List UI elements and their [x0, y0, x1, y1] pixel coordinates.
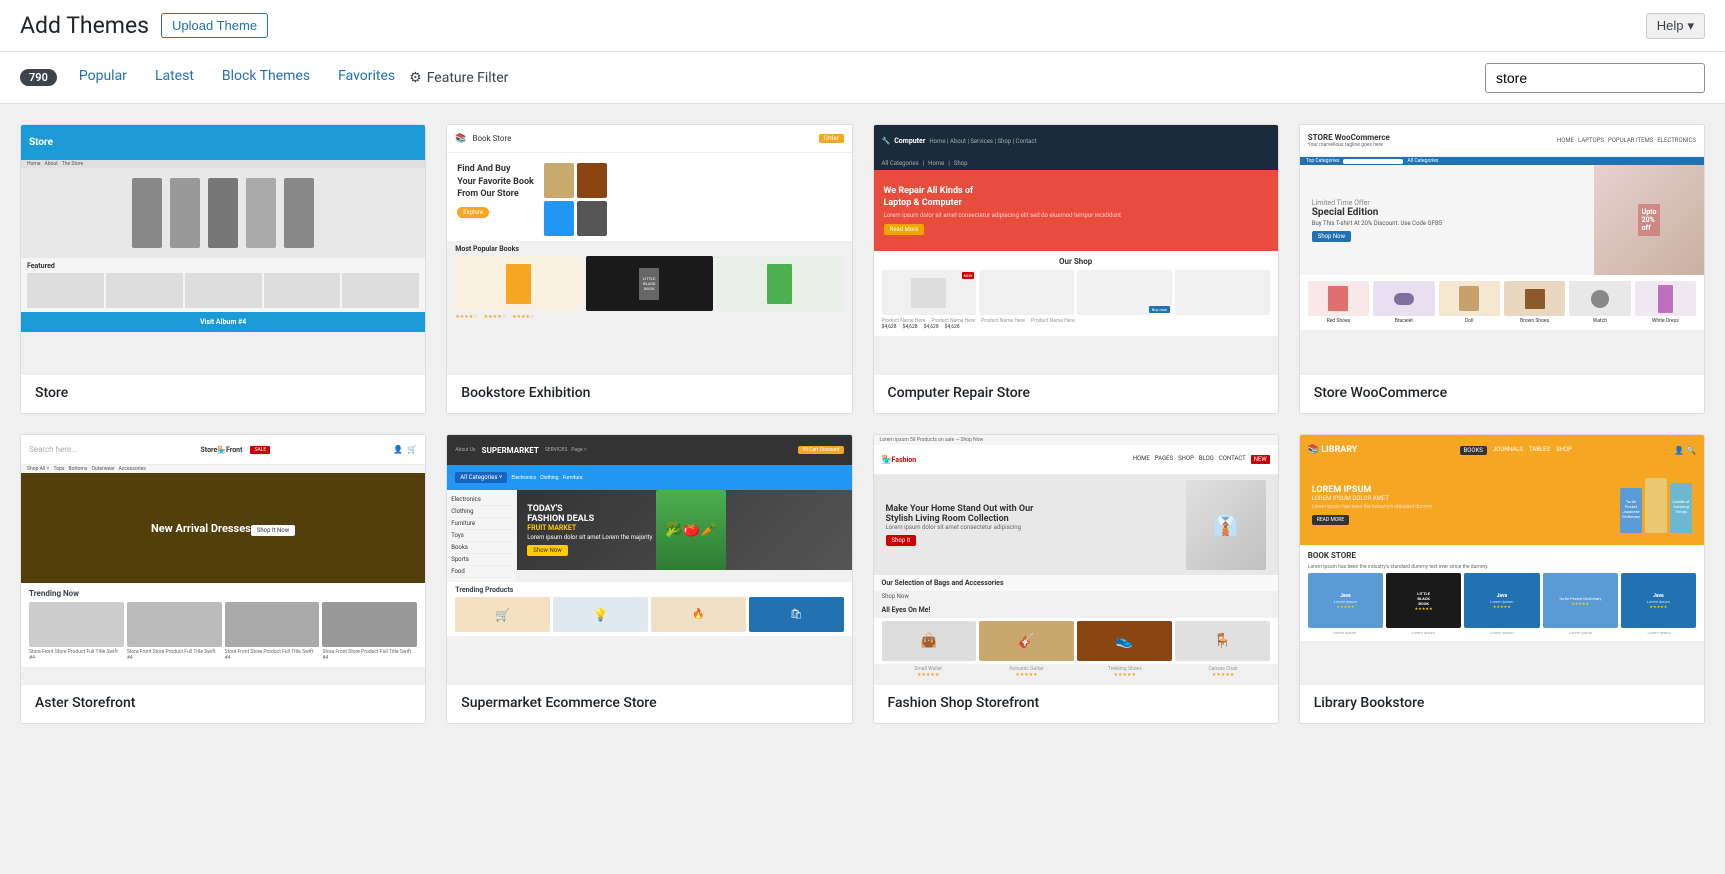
help-button[interactable]: Help ▾ [1646, 13, 1705, 39]
gear-icon: ⚙ [409, 70, 422, 86]
theme-card-woocommerce[interactable]: STORE WooCommerce Your marvellous taglin… [1299, 124, 1705, 414]
theme-card-fashion[interactable]: Lorem ipsum 56 Products on sale — Shop N… [873, 434, 1279, 724]
search-input[interactable] [1485, 63, 1705, 93]
theme-card-computer[interactable]: 🔧 Computer Home | About | Services | Sho… [873, 124, 1279, 414]
theme-name-storefront: Aster Storefront [21, 685, 425, 723]
tab-block-themes[interactable]: Block Themes [208, 52, 324, 103]
page-title: Add Themes [20, 12, 149, 39]
theme-name-supermarket: Supermarket Ecommerce Store [447, 685, 851, 723]
tab-popular[interactable]: Popular [65, 52, 141, 103]
themes-grid: Store Home About The Store Featured [0, 104, 1725, 744]
theme-tabs: 790 Popular Latest Block Themes Favorite… [20, 52, 508, 103]
theme-name-library: Library Bookstore [1300, 685, 1704, 723]
tab-latest[interactable]: Latest [141, 52, 208, 103]
tab-favorites[interactable]: Favorites [324, 52, 409, 103]
theme-name-woocommerce: Store WooCommerce [1300, 375, 1704, 413]
theme-card-bookstore[interactable]: 📚 Book Store Order Find And BuyYour Favo… [446, 124, 852, 414]
theme-card-library[interactable]: 📚 LIBRARY BOOKS JOURNALS TABLES SHOP 👤 🔍… [1299, 434, 1705, 724]
theme-name-bookstore: Bookstore Exhibition [447, 375, 851, 413]
upload-theme-button[interactable]: Upload Theme [161, 13, 268, 38]
theme-card-store[interactable]: Store Home About The Store Featured [20, 124, 426, 414]
feature-filter[interactable]: ⚙ Feature Filter [409, 54, 508, 102]
theme-name-computer: Computer Repair Store [874, 375, 1278, 413]
theme-name-store: Store [21, 375, 425, 413]
chevron-down-icon: ▾ [1687, 18, 1694, 34]
theme-count-badge: 790 [20, 69, 57, 86]
theme-card-storefront[interactable]: Search here... Store🏪Front SALE 👤 🛒 Shop… [20, 434, 426, 724]
top-bar: Add Themes Upload Theme Help ▾ [0, 0, 1725, 52]
nav-bar: 790 Popular Latest Block Themes Favorite… [0, 52, 1725, 104]
theme-name-fashion: Fashion Shop Storefront [874, 685, 1278, 723]
theme-card-supermarket[interactable]: About Us SUPERMARKET SERVICES Page ˅ 99 … [446, 434, 852, 724]
